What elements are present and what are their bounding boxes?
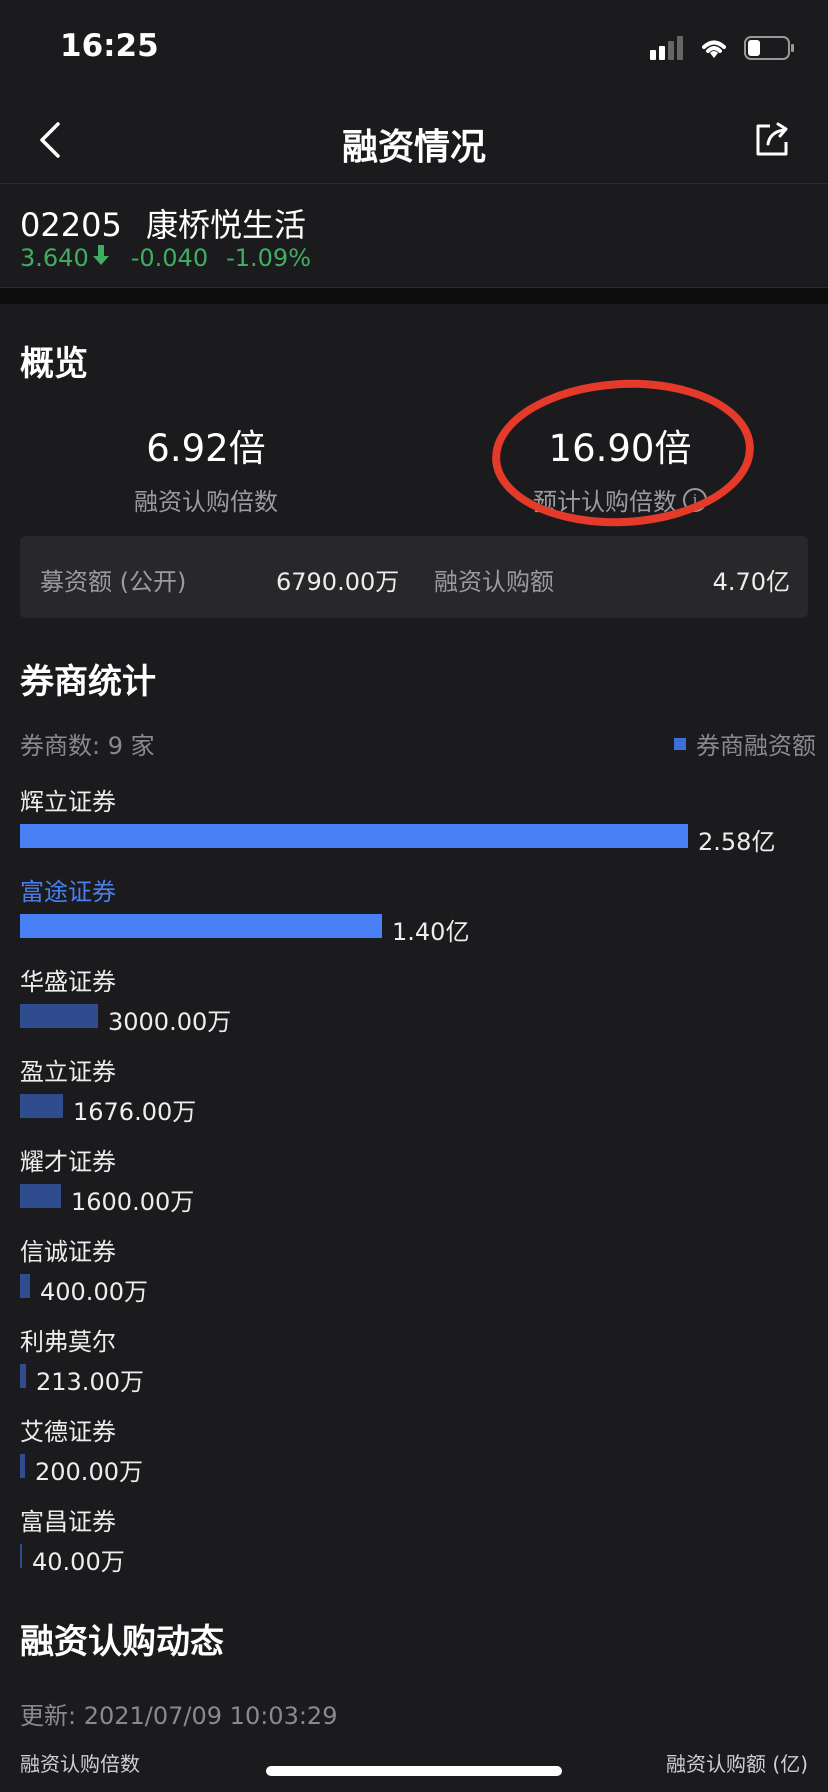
section-divider	[0, 288, 828, 304]
broker-value: 213.00万	[36, 1368, 144, 1396]
wifi-icon	[698, 36, 730, 64]
broker-value: 1.40亿	[392, 918, 470, 946]
status-time: 16:25	[60, 28, 159, 64]
financing-multiple: 6.92倍 融资认购倍数	[76, 418, 336, 517]
broker-bar	[20, 1364, 26, 1388]
broker-stats-title: 券商统计	[20, 662, 156, 702]
legend: 券商融资额	[674, 726, 816, 761]
broker-name[interactable]: 盈立证券	[20, 1052, 116, 1087]
broker-name[interactable]: 艾德证券	[20, 1412, 116, 1447]
broker-bar	[20, 1454, 25, 1478]
summary-box: 募资额 (公开) 6790.00万 融资认购额 4.70亿	[20, 536, 808, 618]
broker-bar	[20, 1184, 61, 1208]
financing-amount-value: 4.70亿	[712, 568, 790, 596]
stock-code: 02205	[20, 206, 122, 244]
broker-meta-row: 券商数: 9 家 券商融资额	[20, 726, 816, 761]
overview-title: 概览	[20, 344, 88, 384]
broker-name[interactable]: 信诚证券	[20, 1232, 116, 1267]
broker-count: 券商数: 9 家	[20, 732, 155, 760]
broker-name[interactable]: 耀才证券	[20, 1142, 116, 1177]
broker-bar	[20, 1004, 98, 1028]
broker-value: 200.00万	[35, 1458, 143, 1486]
broker-value: 3000.00万	[108, 1008, 232, 1036]
broker-value: 2.58亿	[698, 828, 776, 856]
broker-value: 400.00万	[40, 1278, 148, 1306]
status-bar: 16:25	[0, 0, 828, 96]
financing-multiple-label: 融资认购倍数	[134, 488, 278, 516]
stock-header[interactable]: 02205 康桥悦生活 3.640 -0.040 -1.09%	[0, 184, 828, 288]
broker-value: 40.00万	[32, 1548, 125, 1576]
nav-bar: 融资情况	[0, 96, 828, 184]
financing-amount-label: 融资认购额	[434, 568, 554, 596]
stock-change-pct: -1.09%	[226, 244, 311, 272]
broker-bar	[20, 914, 382, 938]
stock-change: -0.040	[130, 244, 209, 272]
broker-bar	[20, 824, 688, 848]
signal-icon	[650, 36, 684, 64]
broker-name[interactable]: 富昌证券	[20, 1502, 116, 1537]
stock-title: 02205 康桥悦生活	[20, 200, 306, 246]
dynamics-right-label: 融资认购额 (亿)	[666, 1752, 808, 1776]
raise-amount-label: 募资额 (公开)	[40, 568, 187, 596]
broker-name[interactable]: 辉立证券	[20, 782, 116, 817]
raise-amount-value: 6790.00万	[276, 568, 400, 596]
status-icons	[650, 36, 796, 64]
share-icon	[756, 122, 788, 156]
broker-name[interactable]: 华盛证券	[20, 962, 116, 997]
broker-bar	[20, 1544, 22, 1568]
stock-quote: 3.640 -0.040 -1.09%	[20, 244, 311, 272]
dynamics-title: 融资认购动态	[20, 1622, 224, 1662]
dynamics-left-label: 融资认购倍数	[20, 1752, 140, 1776]
home-indicator	[266, 1766, 562, 1776]
arrow-down-icon	[92, 245, 109, 271]
legend-label: 券商融资额	[696, 732, 816, 760]
broker-name[interactable]: 利弗莫尔	[20, 1322, 116, 1357]
stock-name: 康桥悦生活	[145, 206, 306, 244]
stock-price: 3.640	[20, 244, 89, 272]
broker-bar	[20, 1094, 63, 1118]
broker-bar	[20, 1274, 30, 1298]
legend-swatch	[674, 737, 686, 750]
broker-value: 1676.00万	[73, 1098, 197, 1126]
share-button[interactable]	[752, 120, 792, 160]
battery-icon	[744, 36, 796, 64]
financing-multiple-value: 6.92倍	[146, 427, 266, 470]
page-title: 融资情况	[341, 127, 486, 168]
update-time: 更新: 2021/07/09 10:03:29	[20, 1702, 338, 1730]
broker-value: 1600.00万	[71, 1188, 195, 1216]
broker-name[interactable]: 富途证券	[20, 872, 116, 907]
